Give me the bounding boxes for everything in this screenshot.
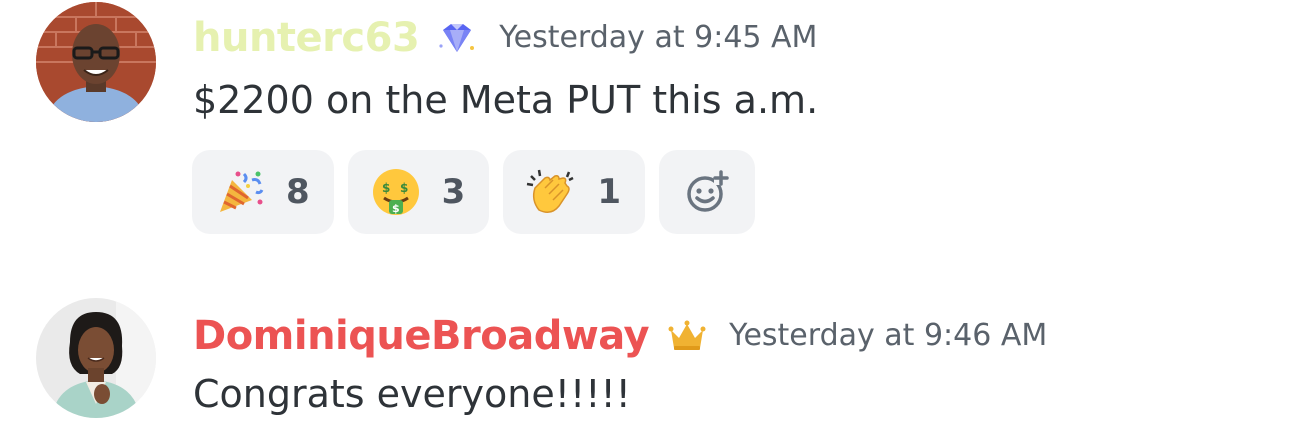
- avatar[interactable]: [36, 2, 156, 122]
- reaction-count: 8: [286, 172, 310, 212]
- reaction-clapping-hands[interactable]: 1: [503, 150, 646, 234]
- message-item: hunterc63 Yesterday at 9:45 AM $2200 on …: [0, 0, 1290, 260]
- add-reaction-button[interactable]: [659, 150, 756, 234]
- username[interactable]: hunterc63: [193, 10, 420, 66]
- message-content: $2200 on the Meta PUT this a.m.: [193, 78, 819, 122]
- diamond-icon: [437, 18, 477, 58]
- svg-text:$: $: [382, 181, 390, 195]
- message-header: DominiqueBroadway Yesterday at 9:46 AM: [193, 308, 1047, 364]
- avatar[interactable]: [36, 298, 156, 418]
- crown-icon: [667, 316, 707, 356]
- svg-text:$: $: [392, 202, 400, 215]
- timestamp[interactable]: Yesterday at 9:45 AM: [499, 10, 817, 66]
- add-reaction-icon: [684, 169, 730, 215]
- reaction-count: 3: [441, 172, 466, 212]
- reaction-count: 1: [597, 172, 622, 212]
- svg-text:$: $: [400, 181, 408, 195]
- reactions-bar: 8 $ $ $ 3 1: [192, 150, 756, 234]
- message-item: DominiqueBroadway Yesterday at 9:46 AM C…: [0, 290, 1290, 445]
- message-header: hunterc63 Yesterday at 9:45 AM: [193, 10, 817, 66]
- party-popper-icon: [214, 166, 266, 218]
- message-content: Congrats everyone!!!!!: [193, 372, 631, 416]
- clapping-hands-icon: [525, 166, 577, 218]
- money-mouth-face-icon: $ $ $: [370, 166, 422, 218]
- username[interactable]: DominiqueBroadway: [193, 308, 650, 364]
- reaction-money-mouth[interactable]: $ $ $ 3: [347, 150, 490, 234]
- timestamp[interactable]: Yesterday at 9:46 AM: [729, 308, 1047, 364]
- reaction-party-popper[interactable]: 8: [192, 150, 334, 234]
